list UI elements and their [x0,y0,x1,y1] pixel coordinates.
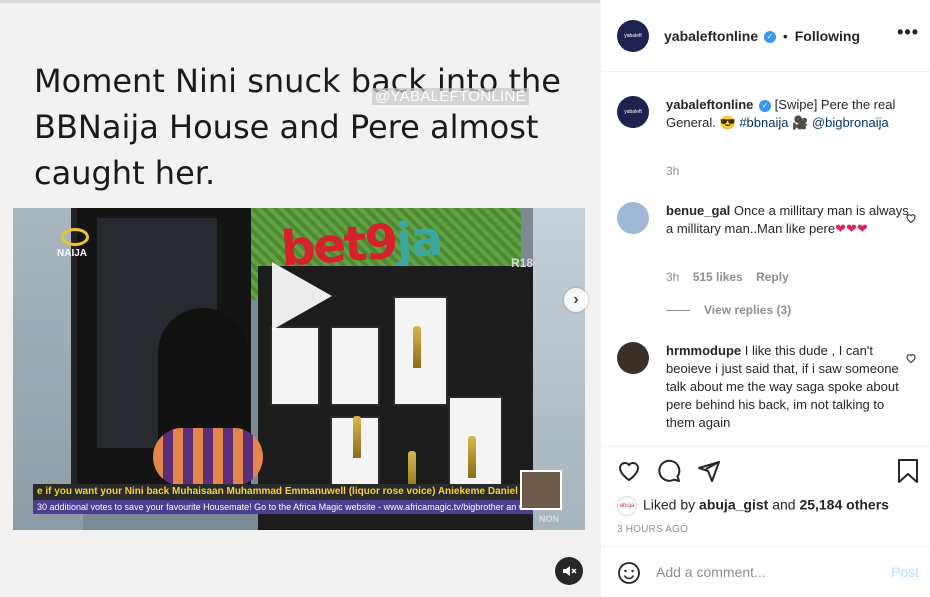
caption: yabaleft yabaleftonline ✓ [Swipe] Pere t… [617,96,917,186]
caption-username[interactable]: yabaleftonline [666,97,753,112]
comment-input[interactable]: Add a comment... [656,564,766,580]
verified-badge-icon: ✓ [764,31,777,44]
liked-by: abuja Liked by abuja_gist and 25,184 othe… [617,496,889,516]
view-replies-label: View replies (3) [704,303,792,317]
comment-time: 3h [666,270,680,284]
chevron-right-icon[interactable]: › [564,288,588,312]
following-button[interactable]: Following [795,28,860,44]
bookmark-icon[interactable] [897,459,919,483]
comment-meta: 3h 515 likes Reply [666,270,799,284]
video-bag [153,428,263,486]
video-ticker-top: e if you want your Nini back Muhaisaan M… [33,484,533,500]
post-actions: abuja Liked by abuja_gist and 25,184 othe… [601,446,930,546]
add-comment-bar: Add a comment... Post [601,546,930,597]
header-username[interactable]: yabaleftonline [664,28,758,44]
media-headline: Moment Nini snuck back into the BBNaija … [34,62,561,192]
view-replies-button[interactable]: View replies (3) [666,303,791,317]
post-timestamp[interactable]: 3 HOURS AGO [617,524,688,535]
play-icon[interactable] [272,262,332,330]
comment-username[interactable]: hrmmodupe [666,343,741,358]
video-rating: R18 [511,256,534,270]
avatar[interactable]: yabaleft [617,20,649,52]
reply-button[interactable]: Reply [756,270,789,284]
avatar[interactable]: yabaleft [617,96,649,128]
hashtag-link[interactable]: #bbnaija [739,115,788,130]
like-comment-heart-icon[interactable] [905,212,917,224]
share-icon[interactable] [697,459,721,483]
post-button[interactable]: Post [891,564,919,580]
post-header: yabaleft yabaleftonline ✓ • Following ••… [601,0,930,72]
avatar[interactable]: abuja [617,496,637,516]
mention-link[interactable]: @bigbronaija [812,115,889,130]
list-item: benue_gal Once a millitary man is always… [617,202,917,322]
liked-prefix: Liked by [643,496,696,513]
comment-likes[interactable]: 515 likes [693,270,743,284]
video-ticker-bottom: 30 additional votes to save your favouri… [33,500,533,514]
post-sidebar: yabaleft yabaleftonline ✓ • Following ••… [600,0,930,597]
caption-text: yabaleftonline ✓ [Swipe] Pere the real G… [666,96,911,132]
emoji-icon[interactable] [617,561,641,585]
media-top-border [0,0,600,3]
caption-time: 3h [666,164,680,178]
video-channel: NON [539,514,559,524]
bbnaija-logo-text: NAIJA [57,248,88,259]
comments-list: yabaleft yabaleftonline ✓ [Swipe] Pere t… [601,72,930,446]
video-frame[interactable]: bet9ja NAIJA R18 e if you want your Nini… [13,208,585,530]
camera-emoji: 🎥 [792,115,809,130]
video-inset-face [520,470,562,510]
liked-user[interactable]: abuja_gist [699,497,768,513]
volume-muted-icon[interactable] [555,557,583,585]
comment-icon[interactable] [657,459,681,483]
heart-emojis: ❤❤❤ [835,221,868,236]
heart-icon[interactable] [617,459,641,483]
avatar[interactable] [617,202,649,234]
liked-and: and [772,496,796,513]
more-options-icon[interactable]: ••• [897,22,919,43]
list-item: hrmmodupe I like this dude , I can't beo… [617,342,917,446]
comment-text: benue_gal Once a millitary man is always… [666,202,911,238]
header-user-row: yabaleftonline ✓ • Following [664,28,860,44]
sunglasses-emoji: 😎 [719,115,736,130]
bbnaija-eye-logo [61,228,89,246]
avatar[interactable] [617,342,649,374]
media-watermark: @YABALEFTONLINE [372,88,529,105]
comment-username[interactable]: benue_gal [666,203,730,218]
post-media: Moment Nini snuck back into the BBNaija … [0,0,600,597]
comment-text: hrmmodupe I like this dude , I can't beo… [666,342,911,432]
liked-others[interactable]: 25,184 others [799,497,889,513]
like-comment-heart-icon[interactable] [905,352,917,364]
header-separator: • [782,28,788,44]
verified-badge-icon: ✓ [759,99,772,112]
